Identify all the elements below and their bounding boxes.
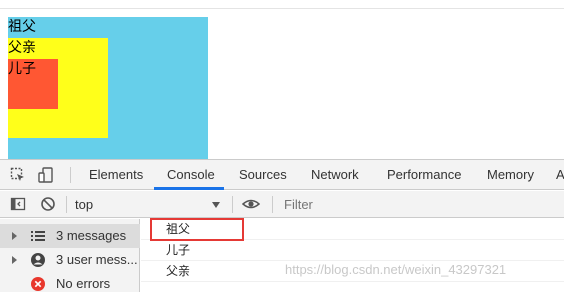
tab-application[interactable]: A <box>556 160 564 190</box>
tab-network[interactable]: Network <box>311 160 359 190</box>
tab-sources[interactable]: Sources <box>239 160 287 190</box>
user-icon <box>30 252 46 268</box>
watermark: https://blog.csdn.net/weixin_43297321 <box>285 262 507 277</box>
son-label: 儿子 <box>8 61 36 77</box>
active-tab-underline <box>154 187 224 190</box>
console-sidebar: 3 messages 3 user mess... No errors <box>0 219 140 292</box>
sidebar-item-errors[interactable]: No errors <box>0 272 140 292</box>
chevron-down-icon[interactable] <box>212 202 220 208</box>
devtools-tabbar: Elements Console Sources Network Perform… <box>0 160 564 190</box>
tab-performance[interactable]: Performance <box>387 160 461 190</box>
sidebar-item-label: 3 user mess... <box>56 252 138 267</box>
tabbar-separator <box>70 167 71 183</box>
sidebar-item-label: 3 messages <box>56 228 127 243</box>
context-selector[interactable]: top <box>75 191 225 218</box>
grandpa-label: 祖父 <box>8 19 36 35</box>
device-toolbar-icon[interactable] <box>38 167 54 183</box>
list-icon <box>30 228 46 244</box>
tab-memory[interactable]: Memory <box>487 160 534 190</box>
sidebar-item-label: No errors <box>56 276 111 291</box>
console-message-text: 儿子 <box>166 243 191 257</box>
console-message-text: 父亲 <box>166 264 191 278</box>
page-top-border <box>0 8 564 9</box>
live-expression-eye-icon[interactable] <box>241 196 261 212</box>
inspect-element-icon[interactable] <box>10 167 26 183</box>
father-label: 父亲 <box>8 40 36 56</box>
tab-console[interactable]: Console <box>167 160 215 190</box>
expand-caret-icon[interactable] <box>12 256 17 264</box>
sidebar-item-user-messages[interactable]: 3 user mess... <box>0 248 140 272</box>
console-message: 儿子 <box>141 240 564 261</box>
toolbar-separator <box>66 196 67 213</box>
clear-console-icon[interactable] <box>40 196 56 212</box>
tab-elements[interactable]: Elements <box>89 160 143 190</box>
highlight-box <box>150 218 244 241</box>
toolbar-separator <box>272 196 273 213</box>
filter-input[interactable] <box>278 191 564 218</box>
son-box: 儿子 <box>8 59 58 109</box>
console-toolbar: top <box>0 191 564 218</box>
error-icon <box>30 276 46 292</box>
show-sidebar-icon[interactable] <box>10 196 26 212</box>
expand-caret-icon[interactable] <box>12 232 17 240</box>
toolbar-separator <box>232 196 233 213</box>
sidebar-item-messages[interactable]: 3 messages <box>0 224 140 248</box>
